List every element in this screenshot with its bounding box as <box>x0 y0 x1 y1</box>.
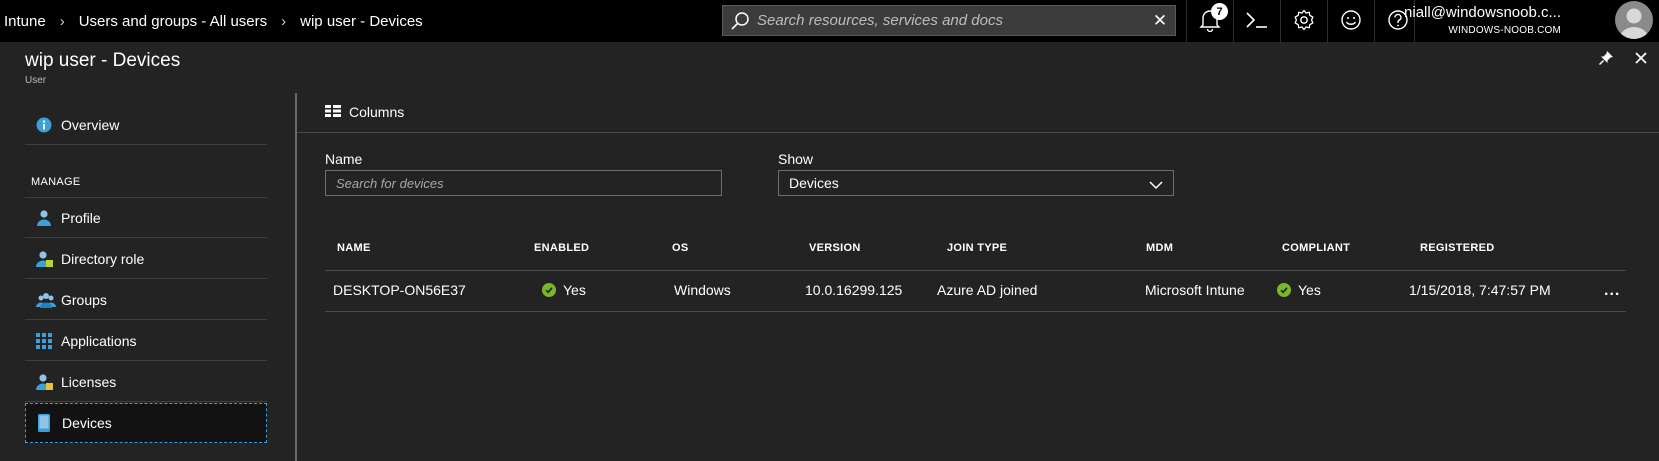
manage-section-header: MANAGE <box>31 176 81 188</box>
clear-icon[interactable]: ✕ <box>1145 11 1175 31</box>
enabled-cell: Yes <box>542 282 586 298</box>
columns-button[interactable]: Columns <box>325 104 404 120</box>
breadcrumb-users-groups[interactable]: Users and groups - All users <box>79 13 267 30</box>
sidebar-item-groups[interactable]: Groups <box>25 280 267 320</box>
column-header-version[interactable]: VERSION <box>809 242 861 254</box>
gear-icon <box>1293 8 1315 34</box>
row-more-button[interactable]: ... <box>1604 282 1620 300</box>
sidebar-item-label: Profile <box>61 209 101 226</box>
licenses-icon <box>25 373 61 391</box>
name-filter-label: Name <box>325 151 363 167</box>
notifications-button[interactable]: 7 <box>1186 0 1233 42</box>
check-icon <box>1277 283 1291 297</box>
column-header-join-type[interactable]: JOIN TYPE <box>947 242 1007 254</box>
column-header-mdm[interactable]: MDM <box>1146 242 1173 254</box>
groups-icon <box>25 291 61 309</box>
applications-icon <box>25 332 61 349</box>
toolbar-divider <box>297 132 1659 133</box>
sidebar-item-label: Overview <box>61 116 120 133</box>
global-search[interactable]: ✕ <box>722 5 1176 36</box>
smiley-icon <box>1340 9 1362 34</box>
notification-count-badge: 7 <box>1211 3 1228 20</box>
join-type-value: Azure AD joined <box>937 282 1038 298</box>
sidebar-item-licenses[interactable]: Licenses <box>25 362 267 402</box>
sidebar-item-directory-role[interactable]: Directory role <box>25 239 267 279</box>
cloud-shell-button[interactable] <box>1233 0 1280 42</box>
mdm-value: Microsoft Intune <box>1145 282 1245 298</box>
pin-icon[interactable] <box>1598 50 1614 69</box>
menu-divider <box>295 93 297 461</box>
join-type-cell: Azure AD joined <box>937 282 1037 298</box>
version-value: 10.0.16299.125 <box>805 282 903 298</box>
sidebar-item-applications[interactable]: Applications <box>25 321 267 361</box>
search-icon <box>723 6 757 35</box>
sidebar-item-profile[interactable]: Profile <box>25 198 267 238</box>
directory-role-icon <box>25 250 61 268</box>
sidebar-item-overview[interactable]: Overview <box>25 105 267 145</box>
columns-icon <box>325 104 341 120</box>
check-icon <box>542 283 556 297</box>
page-subtitle: User <box>25 75 47 86</box>
user-icon <box>25 209 61 227</box>
os-cell: Windows <box>674 282 731 298</box>
avatar[interactable] <box>1615 1 1653 39</box>
info-icon <box>25 117 61 133</box>
compliant-cell: Yes <box>1277 282 1321 298</box>
breadcrumb-chevron-icon: › <box>59 12 65 30</box>
chevron-down-icon <box>1149 177 1163 193</box>
feedback-button[interactable] <box>1327 0 1374 42</box>
registered-cell: 1/15/2018, 7:47:57 PM <box>1409 282 1551 298</box>
breadcrumb-current: wip user - Devices <box>300 12 423 30</box>
cloud-shell-icon <box>1245 10 1269 33</box>
sidebar-item-label: Devices <box>62 415 112 431</box>
compliant-value: Yes <box>1298 282 1321 298</box>
top-bar: Intune › Users and groups - All users › … <box>0 0 1659 42</box>
column-header-name[interactable]: NAME <box>337 242 371 254</box>
top-icon-bar: 7 <box>1186 0 1421 42</box>
sidebar-item-label: Licenses <box>61 373 117 390</box>
os-value: Windows <box>674 282 731 298</box>
account-name: niall@windowsnoob.c... <box>1404 4 1561 21</box>
column-header-registered[interactable]: REGISTERED <box>1420 242 1495 254</box>
show-dropdown[interactable]: Devices <box>778 170 1174 196</box>
breadcrumb-chevron-icon: › <box>281 12 287 30</box>
show-filter-label: Show <box>778 151 814 167</box>
device-name: DESKTOP-ON56E37 <box>333 282 466 298</box>
sidebar-item-label: Applications <box>61 332 137 349</box>
sidebar-item-label: Directory role <box>61 250 145 267</box>
registered-value: 1/15/2018, 7:47:57 PM <box>1409 282 1551 298</box>
sidebar-item-label: Groups <box>61 291 107 308</box>
show-dropdown-value: Devices <box>789 175 839 191</box>
table-row-divider <box>325 311 1626 312</box>
column-header-compliant[interactable]: COMPLIANT <box>1282 242 1350 254</box>
settings-button[interactable] <box>1280 0 1327 42</box>
mdm-cell: Microsoft Intune <box>1145 282 1245 298</box>
breadcrumb: Intune › Users and groups - All users › … <box>0 0 423 42</box>
search-input[interactable] <box>757 12 1145 29</box>
account-directory: WINDOWS-NOOB.COM <box>1448 25 1561 36</box>
sidebar-item-devices[interactable]: Devices <box>25 403 267 443</box>
breadcrumb-intune[interactable]: Intune <box>4 13 46 30</box>
page-title: wip user - Devices <box>25 50 181 71</box>
name-search-input[interactable] <box>325 170 722 196</box>
table-header-divider <box>325 270 1626 271</box>
column-header-os[interactable]: OS <box>672 242 689 254</box>
device-name-cell[interactable]: DESKTOP-ON56E37 <box>333 282 466 298</box>
close-icon[interactable] <box>1633 50 1649 69</box>
device-icon <box>26 414 62 432</box>
columns-label: Columns <box>349 104 405 120</box>
column-header-enabled[interactable]: ENABLED <box>534 242 589 254</box>
enabled-value: Yes <box>563 282 586 298</box>
version-cell: 10.0.16299.125 <box>805 282 902 298</box>
